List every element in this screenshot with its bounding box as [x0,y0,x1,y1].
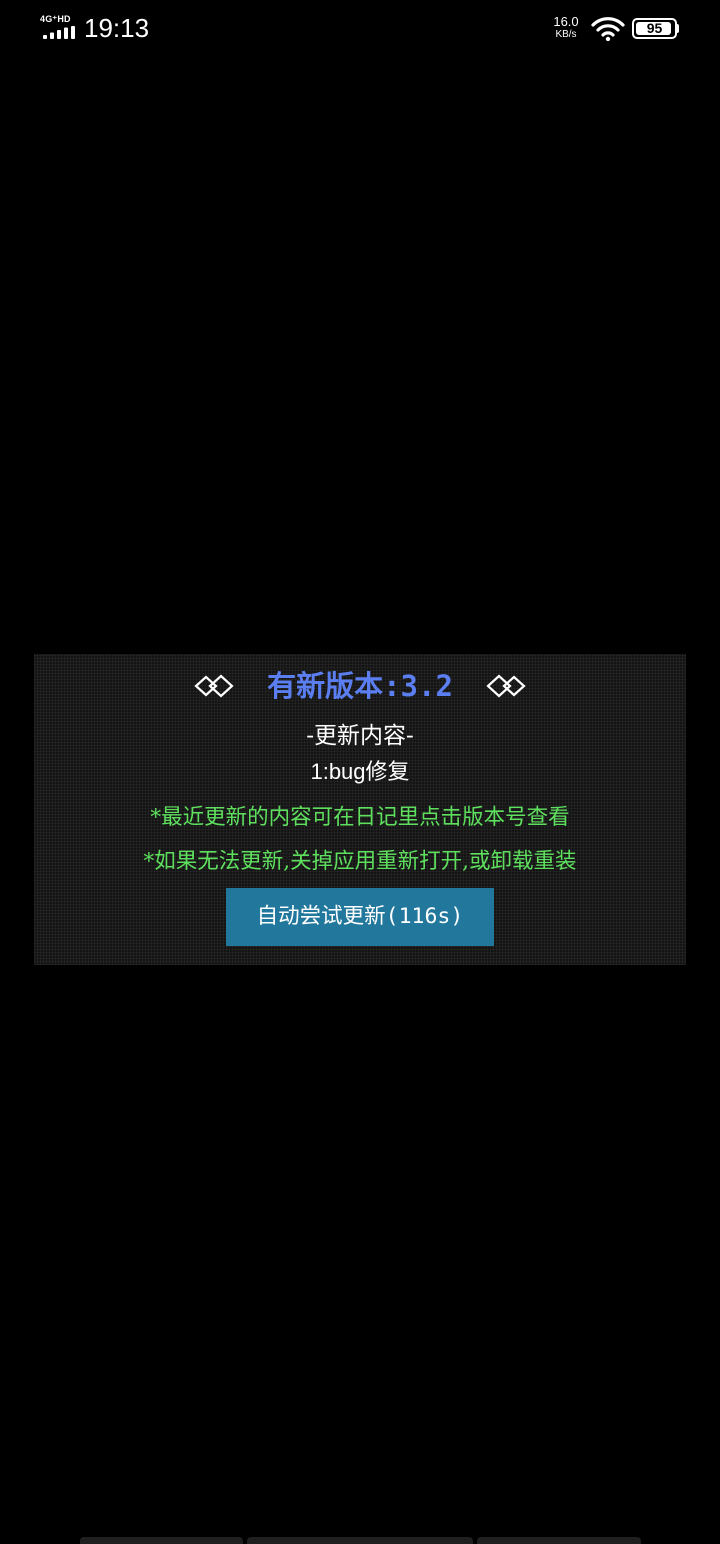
wifi-icon [591,17,625,41]
update-dialog: 有新版本:3.2 -更新内容- 1:bug修复 *最近更新的内容可在日记里点击版… [34,654,686,965]
auto-update-button[interactable]: 自动尝试更新(116s) [226,888,494,946]
dock-item[interactable] [80,1537,243,1544]
dock-item[interactable] [477,1537,641,1544]
battery-tip [676,24,679,33]
network-type-label: 4G⁺HD [40,14,71,24]
clock: 19:13 [84,13,150,43]
network-indicator: 4G⁺HD [40,14,76,40]
notice-reinstall-hint: *如果无法更新,关掉应用重新打开,或卸载重装 [143,849,577,874]
changelog-heading: -更新内容- [306,723,414,749]
battery-icon: 95 [632,18,679,39]
network-speed-value: 16.0 [553,14,579,29]
dock-item[interactable] [247,1537,473,1544]
battery-body: 95 [632,18,677,39]
network-speed: 16.0 KB/s [546,15,586,41]
changelog-item: 1:bug修复 [310,759,410,784]
network-speed-unit: KB/s [555,29,577,40]
dialog-title: 有新版本:3.2 [267,669,453,703]
notice-changelog-hint: *最近更新的内容可在日记里点击版本号查看 [150,805,570,830]
status-bar: 4G⁺HD 19:13 16.0 KB/s 95 [0,0,720,58]
signal-icon [43,26,75,39]
battery-level: 95 [646,20,663,36]
